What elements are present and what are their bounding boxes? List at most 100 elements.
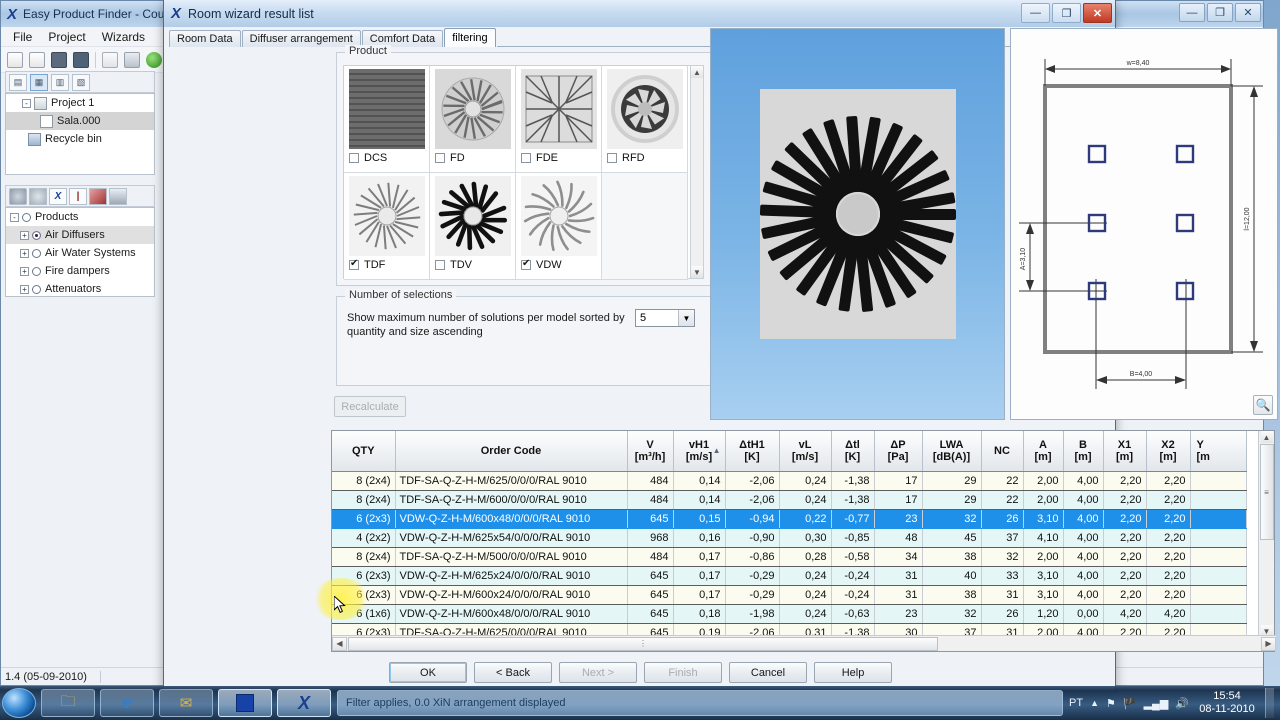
expander-icon[interactable]: +	[20, 248, 29, 258]
table-horizontal-scrollbar[interactable]: ◀ ⋮ ▶	[332, 635, 1276, 651]
radio-products[interactable]	[22, 212, 31, 222]
fan-icon[interactable]	[29, 187, 47, 205]
new-project-icon[interactable]	[29, 51, 45, 68]
expander-icon[interactable]: +	[20, 266, 29, 276]
project-tree[interactable]: - Project 1 Sala.000 Recycle bin	[5, 93, 155, 175]
magnifier-icon[interactable]: 🔍	[1253, 395, 1273, 415]
bar-icon[interactable]: |	[69, 187, 87, 205]
col-vl[interactable]: vL [m/s]	[779, 431, 832, 472]
product-fde-row[interactable]: FDE	[516, 152, 601, 164]
product-list-scrollbar[interactable]: ▲ ▼	[690, 65, 704, 279]
epf-minimize-button[interactable]: —	[1179, 3, 1205, 22]
cancel-button[interactable]: Cancel	[729, 662, 807, 683]
print-preview-icon[interactable]	[102, 51, 118, 68]
table-row[interactable]: 4 (2x2) VDW-Q-Z-H-M/625x54/0/0/0/RAL 9010…	[332, 528, 1247, 548]
menu-item-wizards[interactable]: Wizards	[102, 30, 145, 44]
product-fd-row[interactable]: FD	[430, 152, 515, 164]
table-vertical-scrollbar[interactable]: ▲ ≡ ▼	[1258, 431, 1274, 637]
view-list-icon[interactable]: ▤	[9, 73, 27, 91]
taskbar-clock[interactable]: 15:54 08-11-2010	[1196, 690, 1258, 716]
taskbar-screen-recorder[interactable]	[218, 689, 272, 717]
tree-item-fire-dampers[interactable]: + Fire dampers	[6, 262, 154, 280]
diffuser-icon[interactable]	[9, 187, 27, 205]
col-dtl[interactable]: Δtl [K]	[831, 431, 875, 472]
dialog-maximize-button[interactable]: ❐	[1052, 3, 1081, 23]
expand-all-icon[interactable]: ▥	[51, 73, 69, 91]
epf-close-button[interactable]: ✕	[1235, 3, 1261, 22]
ok-button[interactable]: OK	[389, 662, 467, 683]
radio-air-water-systems[interactable]	[32, 248, 41, 258]
scroll-right-arrow-icon[interactable]: ▶	[1261, 636, 1276, 651]
checkbox-vdw[interactable]	[521, 258, 531, 270]
tree-item-air-diffusers[interactable]: + Air Diffusers	[6, 226, 154, 244]
checkbox-tdf[interactable]	[349, 258, 359, 270]
view-tree-icon[interactable]: ▦	[30, 73, 48, 91]
product-card-dcs[interactable]: DCS	[344, 66, 430, 173]
table-row[interactable]: 8 (2x4) TDF-SA-Q-Z-H-M/625/0/0/0/RAL 9010…	[332, 471, 1247, 491]
product-card-fd[interactable]: FD	[430, 66, 516, 173]
show-desktop-button[interactable]	[1265, 688, 1274, 718]
tools-icon[interactable]	[89, 187, 107, 205]
table-row[interactable]: 6 (2x3) VDW-Q-Z-H-M/625x24/0/0/0/RAL 9010…	[332, 566, 1247, 586]
dialog-minimize-button[interactable]: —	[1021, 3, 1050, 23]
table-row[interactable]: 6 (2x3) VDW-Q-Z-H-M/600x48/0/0/0/RAL 9010…	[332, 509, 1247, 529]
back-button[interactable]: < Back	[474, 662, 552, 683]
help-button[interactable]: Help	[814, 662, 892, 683]
taskbar-window-button[interactable]: Filter applies, 0.0 XiN arrangement disp…	[337, 690, 1064, 716]
save-all-icon[interactable]	[73, 51, 89, 68]
product-card-list[interactable]: DCS FD FDE RFD ✔ TDF TDV ✔ VDW	[343, 65, 691, 280]
menu-item-project[interactable]: Project	[48, 30, 85, 44]
product-tdf-row[interactable]: TDF	[344, 258, 429, 271]
language-indicator[interactable]: PT	[1069, 697, 1083, 709]
system-tray[interactable]: PT ▲ ⚑ 🏴 ▂▄▆ 🔊 15:54 08-11-2010	[1069, 688, 1280, 718]
col-dth1[interactable]: ΔtH1 [K]	[725, 431, 780, 472]
col-a[interactable]: A [m]	[1023, 431, 1064, 472]
product-vdw-row[interactable]: VDW	[516, 258, 601, 271]
x-logo-icon[interactable]: X	[49, 187, 67, 205]
checkbox-fde[interactable]	[521, 153, 531, 163]
product-rfd-row[interactable]: RFD	[602, 152, 687, 164]
col-b[interactable]: B [m]	[1063, 431, 1104, 472]
volume-icon[interactable]: 🔊	[1175, 697, 1189, 710]
expander-icon[interactable]: -	[10, 212, 19, 222]
vertical-scroll-thumb[interactable]: ≡	[1259, 444, 1274, 540]
epf-window-controls[interactable]: — ❐ ✕	[1179, 3, 1261, 22]
recalculate-button[interactable]: Recalculate	[334, 396, 406, 417]
windows-start-orb-icon[interactable]	[2, 688, 36, 718]
table-row[interactable]: 8 (2x4) TDF-SA-Q-Z-H-M/500/0/0/0/RAL 9010…	[332, 547, 1247, 567]
windows-taskbar[interactable]: 🗀 e ✉ X Filter applies, 0.0 XiN arrangem…	[0, 686, 1280, 720]
max-solutions-combobox[interactable]: 5 ▼	[635, 309, 695, 327]
product-card-tdv[interactable]: TDV	[430, 173, 516, 280]
scroll-left-arrow-icon[interactable]: ◀	[332, 636, 347, 651]
tree-item-products[interactable]: - Products	[6, 208, 154, 226]
checkbox-dcs[interactable]	[349, 153, 359, 163]
taskbar-easy-product-finder[interactable]: X	[277, 689, 331, 717]
radio-attenuators[interactable]	[32, 284, 41, 294]
expander-icon[interactable]: -	[22, 98, 31, 108]
collapse-all-icon[interactable]: ▧	[72, 73, 90, 91]
tree-view-toolbar[interactable]: ▤ ▦ ▥ ▧	[5, 71, 155, 93]
taskbar-outlook[interactable]: ✉	[159, 689, 213, 717]
col-nc[interactable]: NC	[981, 431, 1024, 472]
product-card-rfd[interactable]: RFD	[602, 66, 688, 173]
col-lwa[interactable]: LWA [dB(A)]	[922, 431, 982, 472]
dialog-close-button[interactable]: ✕	[1083, 3, 1112, 23]
product-card-tdf[interactable]: TDF	[344, 173, 430, 280]
col-v[interactable]: V [m³/h]	[627, 431, 674, 472]
col-x1[interactable]: X1 [m]	[1103, 431, 1147, 472]
tree-item-air-water-systems[interactable]: + Air Water Systems	[6, 244, 154, 262]
results-table[interactable]: QTY Order Code V [m³/h] vH1 [m/s] ▲ ΔtH1…	[331, 430, 1276, 652]
col-x2[interactable]: X2 [m]	[1146, 431, 1191, 472]
col-dp[interactable]: ΔP [Pa]	[874, 431, 923, 472]
col-qty[interactable]: QTY	[332, 431, 396, 472]
table-row[interactable]: 6 (2x3) VDW-Q-Z-H-M/600x24/0/0/0/RAL 9010…	[332, 585, 1247, 605]
dialog-window-controls[interactable]: — ❐ ✕	[1021, 3, 1112, 23]
scroll-up-arrow-icon[interactable]: ▲	[1260, 431, 1273, 443]
tree-item-project[interactable]: - Project 1	[6, 94, 154, 112]
tree-item-attenuators[interactable]: + Attenuators	[6, 280, 154, 298]
tab-diffuser-arrangement[interactable]: Diffuser arrangement	[241, 30, 361, 47]
back-arrow-icon[interactable]	[146, 51, 162, 68]
tab-room-data[interactable]: Room Data	[169, 30, 241, 47]
checkbox-tdv[interactable]	[435, 260, 445, 270]
network-icon[interactable]: ▂▄▆	[1144, 697, 1169, 710]
